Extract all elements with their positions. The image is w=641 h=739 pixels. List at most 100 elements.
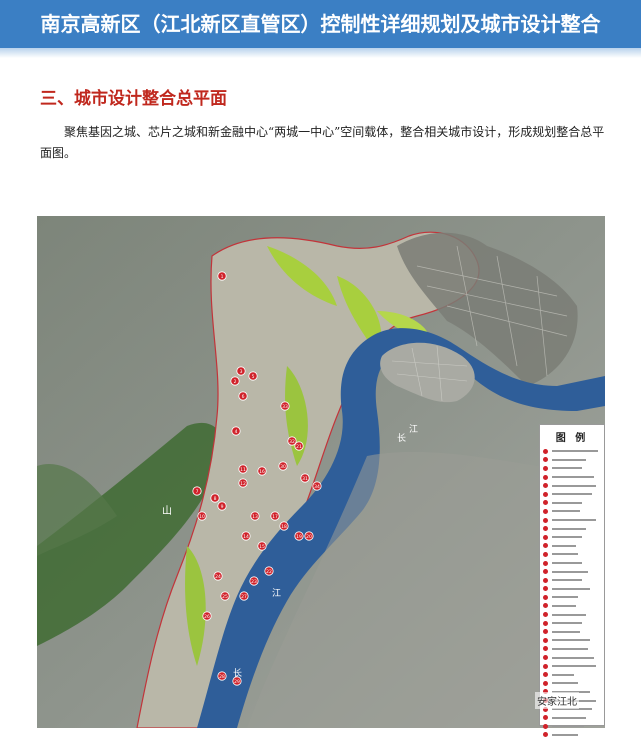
legend-entry-text <box>552 647 588 650</box>
legend-marker-icon <box>543 594 548 600</box>
project-marker-number: 10 <box>199 514 205 520</box>
project-marker-number: 18 <box>281 524 287 530</box>
legend-row <box>543 559 602 568</box>
river-label-4: 江 <box>272 588 281 599</box>
legend-entry-text <box>552 639 590 642</box>
project-marker-number: 1 <box>221 274 224 280</box>
project-marker-number: 33 <box>282 404 288 410</box>
legend-entry-text <box>552 604 576 607</box>
legend-marker-icon <box>543 680 548 686</box>
project-marker-number: 5 <box>252 374 255 380</box>
project-marker-number: 2 <box>234 379 237 385</box>
legend-row <box>543 619 602 628</box>
project-marker-number: 17 <box>272 514 278 520</box>
legend-entry-text <box>552 570 588 573</box>
project-marker-number: 8 <box>214 496 217 502</box>
legend-entry-text <box>552 510 580 513</box>
legend-row <box>543 593 602 602</box>
legend-entry-text <box>552 682 578 685</box>
project-marker-number: 13 <box>252 514 258 520</box>
project-marker-number: 16 <box>259 469 265 475</box>
legend-entry-text <box>552 519 596 522</box>
document-title-banner: 南京高新区（江北新区直管区）控制性详细规划及城市设计整合 <box>0 0 641 48</box>
legend-marker-icon <box>543 465 548 471</box>
legend-marker-icon <box>543 612 548 618</box>
project-marker-number: 6 <box>242 394 245 400</box>
legend-row <box>543 481 602 490</box>
legend-row <box>543 636 602 645</box>
banner-shadow <box>0 48 641 58</box>
section-title: 三、城市设计整合总平面 <box>40 89 227 109</box>
legend-entry-text <box>552 622 582 625</box>
watermark: 安家江北 <box>535 692 579 709</box>
legend-entry-text <box>552 596 578 599</box>
legend-row <box>543 653 602 662</box>
legend-row <box>543 499 602 508</box>
project-marker-number: 11 <box>240 467 246 473</box>
legend-row <box>543 602 602 611</box>
legend-row <box>543 524 602 533</box>
legend-row <box>543 567 602 576</box>
legend-entry-text <box>552 733 578 736</box>
legend-entry-text <box>552 725 584 728</box>
project-marker-number: 29 <box>234 679 240 685</box>
legend-marker-icon <box>543 457 548 463</box>
legend-row <box>543 473 602 482</box>
legend-entry-text <box>552 630 580 633</box>
legend-marker-icon <box>543 655 548 661</box>
legend-row <box>543 576 602 585</box>
master-plan-map: 长 江 长 江 山 1 2 3 4 5 6 7 8 9 10 11 12 13 14 15 16 17 18 19 2… <box>37 216 605 728</box>
legend-entry-text <box>552 716 586 719</box>
river-label-2: 江 <box>409 424 418 435</box>
legend-row <box>543 670 602 679</box>
legend-marker-icon <box>543 543 548 549</box>
section-body-text: 聚焦基因之城、芯片之城和新金融中心“两城一中心”空间载体，整合相关城市设计，形成… <box>40 125 605 160</box>
legend-marker-icon <box>543 637 548 643</box>
legend-entry-text <box>552 493 592 496</box>
legend-entry-text <box>552 527 586 530</box>
legend-entry-text <box>552 673 574 676</box>
legend-row <box>543 542 602 551</box>
project-marker-number: 25 <box>222 594 228 600</box>
legend-entry-text <box>552 656 594 659</box>
legend-marker-icon <box>543 500 548 506</box>
project-marker-number: 20 <box>306 534 312 540</box>
project-marker-number: 26 <box>204 614 210 620</box>
legend-row <box>543 516 602 525</box>
legend-marker-icon <box>543 586 548 592</box>
legend-row <box>543 533 602 542</box>
project-marker-number: 23 <box>251 579 257 585</box>
project-marker-number: 24 <box>215 574 221 580</box>
project-marker-number: 3 <box>240 369 243 375</box>
legend-marker-icon <box>543 629 548 635</box>
project-marker-number: 27 <box>241 594 247 600</box>
project-marker-number: 14 <box>243 534 249 540</box>
project-marker-number: 28 <box>219 674 225 680</box>
legend-marker-icon <box>543 517 548 523</box>
legend-row <box>543 610 602 619</box>
legend-marker-icon <box>543 508 548 514</box>
legend-row <box>543 447 602 456</box>
legend-marker-icon <box>543 603 548 609</box>
legend-row <box>543 713 602 722</box>
legend-entry-text <box>552 484 596 487</box>
legend-row <box>543 731 602 739</box>
legend-marker-icon <box>543 551 548 557</box>
legend-row <box>543 490 602 499</box>
legend-marker-icon <box>543 491 548 497</box>
project-marker-number: 15 <box>259 544 265 550</box>
legend-marker-icon <box>543 526 548 532</box>
legend-entry-text <box>552 501 582 504</box>
project-marker-number: 21 <box>296 444 302 450</box>
legend-marker-icon <box>543 723 548 729</box>
map-legend: 图 例 <box>539 424 605 738</box>
legend-row <box>543 722 602 731</box>
legend-row <box>543 456 602 465</box>
legend-marker-icon <box>543 448 548 454</box>
legend-marker-icon <box>543 577 548 583</box>
legend-row <box>543 507 602 516</box>
legend-entry-text <box>552 579 582 582</box>
legend-entry-text <box>552 476 594 479</box>
legend-marker-icon <box>543 646 548 652</box>
legend-marker-icon <box>543 569 548 575</box>
